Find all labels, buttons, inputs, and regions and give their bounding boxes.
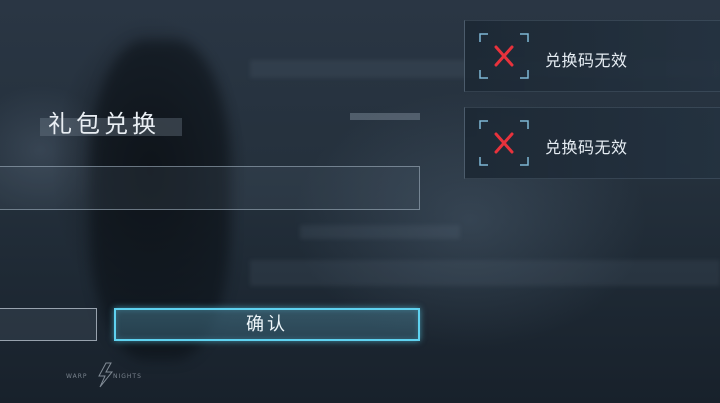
confirm-button[interactable]: 确认	[114, 308, 420, 341]
background-streak	[250, 260, 720, 286]
toast-message: 兑换码无效	[545, 138, 628, 157]
redeem-code-input[interactable]	[0, 166, 420, 210]
toast-message: 兑换码无效	[545, 51, 628, 70]
svg-text:NIGHTS: NIGHTS	[113, 373, 142, 380]
error-x-icon	[479, 120, 529, 166]
toast-notification: 兑换码无效	[464, 20, 720, 92]
background-streak	[300, 225, 460, 239]
svg-text:WARP: WARP	[66, 373, 88, 380]
warp-knights-logo: WARP NIGHTS	[66, 362, 142, 388]
cancel-button[interactable]	[0, 308, 97, 341]
toast-notification: 兑换码无效	[464, 107, 720, 179]
dialog-title: 礼包兑换	[48, 110, 160, 138]
decorative-bar	[350, 113, 420, 120]
error-x-icon	[479, 33, 529, 79]
